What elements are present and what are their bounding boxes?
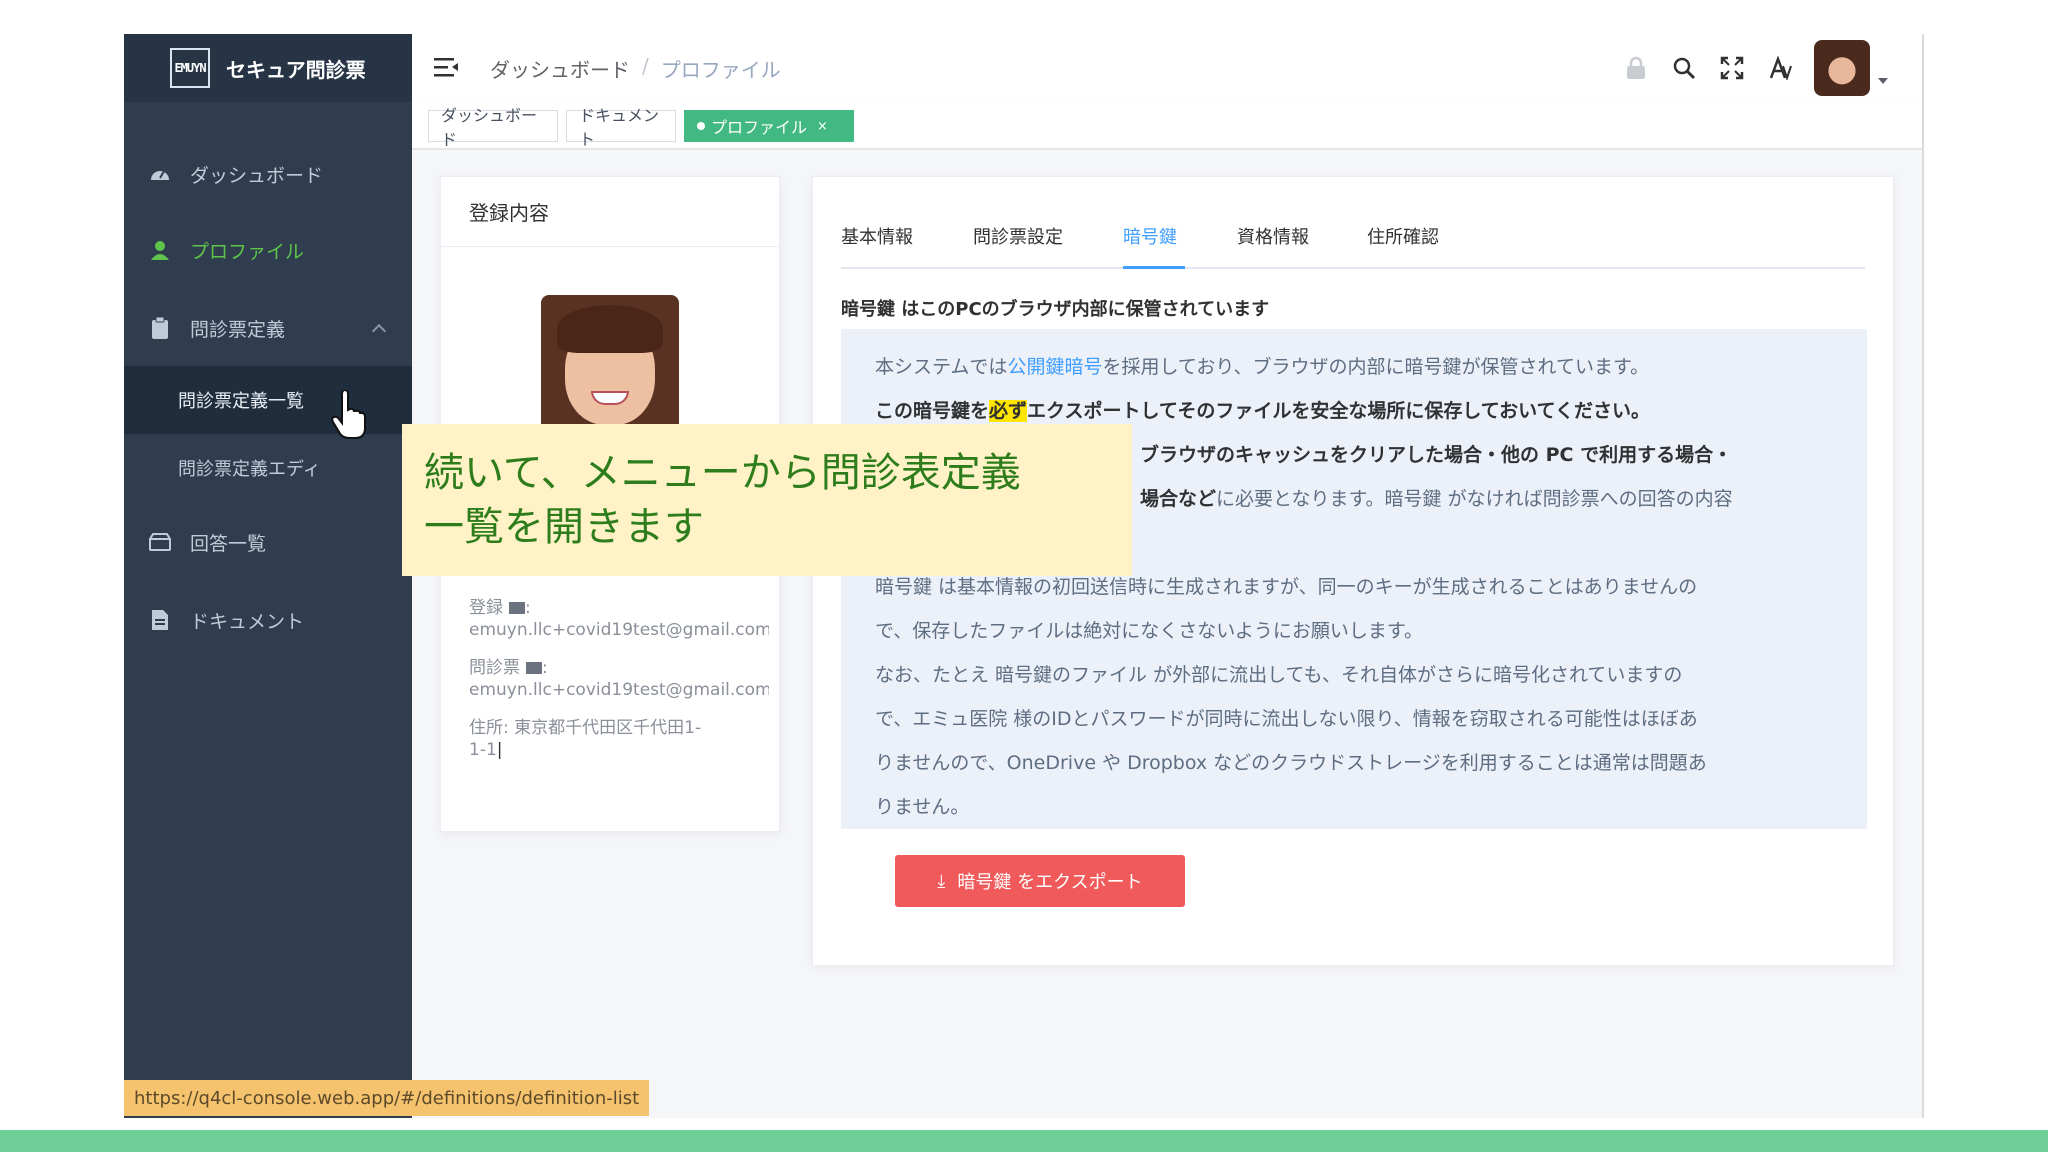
info-line: で、エミュ医院 様のIDとパスワードが同時に流出しない限り、情報を窃取される可能… — [875, 708, 1698, 730]
user-avatar[interactable] — [1814, 40, 1870, 96]
search-icon[interactable] — [1670, 54, 1698, 82]
sidebar-item-profile[interactable]: プロファイル — [124, 222, 412, 278]
inbox-icon — [148, 530, 172, 554]
close-icon[interactable]: × — [817, 119, 828, 134]
fullscreen-icon[interactable] — [1718, 54, 1746, 82]
dashboard-icon — [148, 162, 172, 186]
questionnaire-email: emuyn.llc+covid19test@gmail.com — [469, 680, 769, 700]
profile-photo — [541, 295, 679, 433]
lock-icon[interactable] — [1622, 54, 1650, 82]
video-frame: EMUYN セキュア問診票 ダッシュボード プロファイル 問診票定義 問診票定義… — [0, 0, 2048, 1152]
hand-cursor-icon — [331, 390, 366, 439]
hair-shape — [557, 305, 663, 353]
sidebar-item-label: 問診票定義 — [190, 318, 286, 341]
tag-profile[interactable]: プロファイル × — [684, 110, 854, 142]
profile-card-header: 登録内容 — [441, 177, 779, 247]
profile-tabs: 基本情報 問診票設定 暗号鍵 資格情報 住所確認 — [841, 223, 1865, 269]
sidebar-item-documents[interactable]: ドキュメント — [124, 592, 412, 648]
sidebar-item-label: ドキュメント — [190, 610, 305, 633]
sidebar-item-label: プロファイル — [190, 240, 305, 263]
download-icon: ⤓ — [937, 870, 946, 892]
info-line: 本システムでは公開鍵暗号を採用しており、ブラウザの内部に暗号鍵が保管されています… — [875, 345, 1833, 389]
font-size-icon[interactable] — [1766, 54, 1794, 82]
info-text-bold: エクスポートしてそのファイルを安全な場所に保存しておいてください。 — [1027, 400, 1651, 422]
user-icon — [148, 238, 172, 262]
export-key-label: 暗号鍵 をエクスポート — [957, 872, 1143, 893]
key-info-box: 本システムでは公開鍵暗号を採用しており、ブラウザの内部に暗号鍵が保管されています… — [841, 329, 1867, 829]
info-line: なお、たとえ 暗号鍵のファイル が外部に流出しても、それ自体がさらに暗号化されて… — [875, 664, 1683, 686]
logo-mark: EMUYN — [170, 48, 210, 88]
info-text: を採用しており、ブラウザの内部に暗号鍵が保管されています。 — [1102, 356, 1650, 378]
address-line1: 東京都千代田区千代田1- — [514, 718, 702, 738]
tab-address-verification[interactable]: 住所確認 — [1367, 223, 1447, 269]
sidebar-subitem-label: 問診票定義一覧 — [178, 391, 304, 412]
app-title: セキュア問診票 — [226, 57, 366, 82]
registered-email-row: 登録: emuyn.llc+covid19test@gmail.com — [469, 597, 769, 641]
sidebar-item-label: ダッシュボード — [190, 164, 324, 187]
document-icon — [148, 608, 172, 632]
tags-view: ダッシュボード ドキュメント プロファイル × — [412, 102, 1922, 150]
sidebar-subitem-definition-editor[interactable]: 問診票定義エディ — [124, 434, 412, 502]
info-text-bold: この暗号鍵を — [875, 400, 990, 422]
info-text-bold: 場合など — [1140, 488, 1217, 510]
registered-email: emuyn.llc+covid19test@gmail.com — [469, 620, 769, 640]
caption-line-1: 続いて、メニューから問診表定義 — [424, 450, 1021, 496]
tab-encryption-key[interactable]: 暗号鍵 — [1123, 223, 1185, 269]
chevron-up-icon — [371, 323, 387, 339]
top-toolbar — [1622, 40, 1888, 96]
address-row: 住所: 東京都千代田区千代田1- 1-1| — [469, 718, 702, 760]
tag-dashboard[interactable]: ダッシュボード — [428, 106, 558, 149]
info-line: りませんので、OneDrive や Dropbox などのクラウドストレージを利… — [875, 752, 1707, 774]
sidebar-subitem-label: 問診票定義エディ — [178, 459, 321, 480]
top-navbar: ダッシュボード / プロファイル — [412, 34, 1922, 102]
breadcrumb-separator: / — [642, 54, 649, 78]
tag-label: ドキュメント — [579, 106, 660, 149]
breadcrumb: ダッシュボード / プロファイル — [490, 54, 781, 83]
tab-basic-info[interactable]: 基本情報 — [841, 223, 925, 269]
caret-down-icon[interactable] — [1878, 78, 1888, 84]
info-line: で、保存したファイルは絶対になくさないようにお願いします。 — [875, 620, 1423, 642]
app-logo[interactable]: EMUYN セキュア問診票 — [124, 34, 412, 102]
address-label: 住所: — [469, 718, 509, 738]
info-text: 本システムでは — [875, 356, 1008, 378]
app-window: EMUYN セキュア問診票 ダッシュボード プロファイル 問診票定義 問診票定義… — [124, 34, 1924, 1118]
must-highlight: 必ず — [989, 400, 1028, 422]
mail-icon — [509, 602, 525, 614]
caption-line-2: 一覧を開きます — [424, 504, 704, 550]
questionnaire-email-row: 問診票: emuyn.llc+covid19test@gmail.com — [469, 657, 769, 701]
export-key-button[interactable]: ⤓ 暗号鍵 をエクスポート — [895, 855, 1185, 907]
clipboard-icon — [148, 316, 172, 340]
tag-label: ダッシュボード — [441, 106, 538, 149]
tab-questionnaire-settings[interactable]: 問診票設定 — [973, 223, 1073, 269]
tab-credentials[interactable]: 資格情報 — [1237, 223, 1317, 269]
sidebar-item-definitions[interactable]: 問診票定義 — [124, 300, 412, 356]
info-text: に必要となります。暗号鍵 がなければ問診票への回答の内容 — [1216, 488, 1733, 510]
sidebar: EMUYN セキュア問診票 ダッシュボード プロファイル 問診票定義 問診票定義… — [124, 34, 412, 1118]
breadcrumb-item-dashboard[interactable]: ダッシュボード — [490, 54, 630, 83]
registered-label: 登録 — [469, 598, 503, 618]
active-dot-icon — [697, 122, 705, 130]
hamburger-icon[interactable] — [434, 56, 458, 78]
breadcrumb-item-profile: プロファイル — [660, 58, 781, 82]
status-url: https://q4cl-console.web.app/#/definitio… — [124, 1080, 650, 1116]
sidebar-item-answers[interactable]: 回答一覧 — [124, 514, 412, 570]
info-text-bold: ブラウザのキャッシュをクリアした場合・他の PC で利用する場合・ — [1140, 444, 1733, 466]
questionnaire-label: 問診票 — [469, 658, 520, 678]
address-line2: 1-1 — [469, 740, 497, 760]
public-key-link[interactable]: 公開鍵暗号 — [1007, 356, 1102, 378]
tutorial-caption: 続いて、メニューから問診表定義 一覧を開きます — [402, 424, 1132, 576]
bottom-accent-bar — [0, 1130, 2048, 1152]
sidebar-item-label: 回答一覧 — [190, 532, 267, 555]
tag-documents[interactable]: ドキュメント — [566, 106, 676, 149]
info-line: りません。 — [875, 796, 970, 818]
mail-icon — [526, 662, 542, 674]
sidebar-item-dashboard[interactable]: ダッシュボード — [124, 146, 412, 202]
tag-label: プロファイル — [711, 118, 808, 137]
key-storage-note: 暗号鍵 はこのPCのブラウザ内部に保管されています — [841, 299, 1270, 320]
